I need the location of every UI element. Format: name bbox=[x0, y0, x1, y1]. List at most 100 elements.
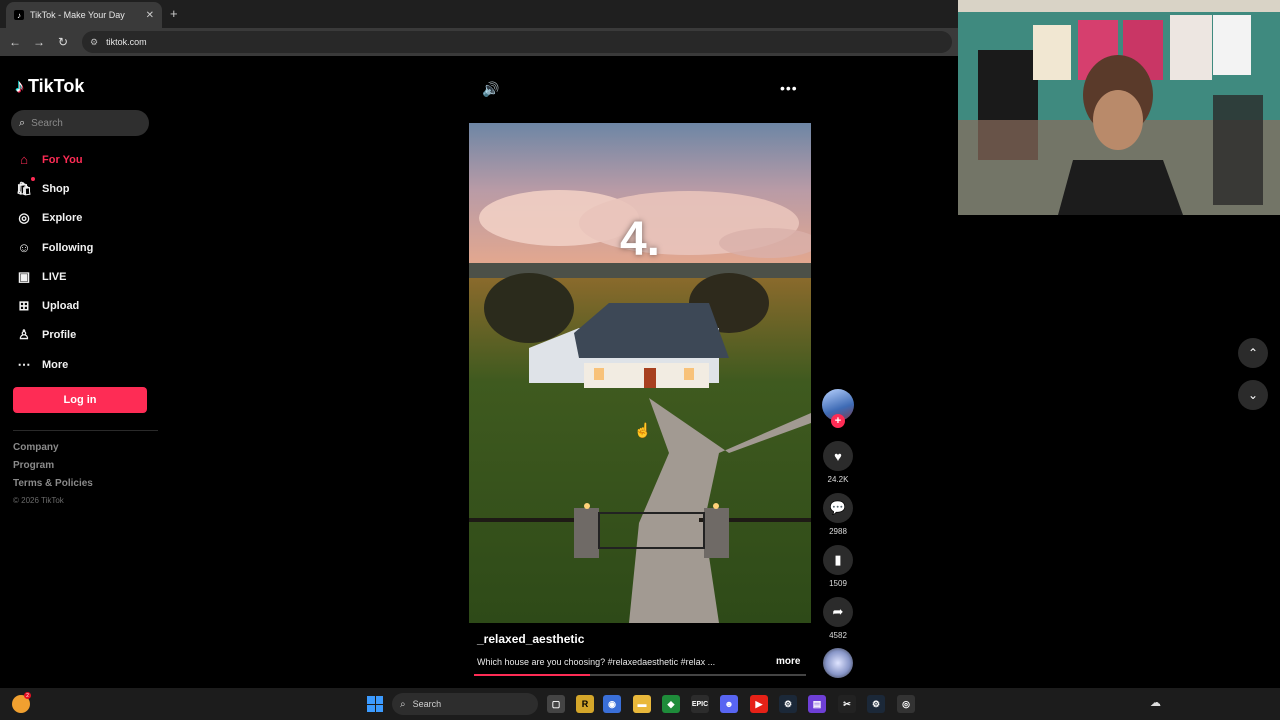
browser-toolbar: ← → ↻ ⚙ tiktok.com bbox=[0, 28, 958, 56]
address-bar[interactable]: ⚙ tiktok.com bbox=[82, 31, 952, 53]
editor-app-icon[interactable]: ▤ bbox=[808, 695, 826, 713]
sidebar-item-live[interactable]: ▣ LIVE bbox=[15, 262, 160, 291]
sidebar-item-shop[interactable]: 🛍 Shop bbox=[15, 174, 160, 203]
capcut-icon[interactable]: ✂ bbox=[838, 695, 856, 713]
caption-more-link[interactable]: more bbox=[776, 656, 800, 667]
like-action: ♥ 24.2K bbox=[822, 441, 854, 484]
save-action: ▮ 1509 bbox=[822, 545, 854, 588]
site-info-icon[interactable]: ⚙ bbox=[90, 37, 98, 48]
tiktok-favicon-icon: ♪ bbox=[14, 10, 24, 20]
heart-icon[interactable]: ♥ bbox=[823, 441, 853, 471]
music-disc-icon[interactable] bbox=[823, 648, 853, 678]
sidebar-item-label: Profile bbox=[42, 329, 77, 342]
sidebar-item-label: Upload bbox=[42, 300, 80, 313]
save-count: 1509 bbox=[829, 579, 847, 588]
mouse-cursor-icon: ☝ bbox=[634, 422, 652, 438]
sidebar-item-label: For You bbox=[42, 153, 83, 166]
browser-tab[interactable]: ♪ TikTok - Make Your Day ✕ bbox=[6, 2, 162, 28]
sidebar-item-label: Explore bbox=[42, 212, 83, 225]
share-count: 4582 bbox=[829, 631, 847, 640]
epic-games-icon[interactable]: EPIC bbox=[691, 695, 709, 713]
search-placeholder: Search bbox=[31, 117, 63, 129]
more-dots-icon: ⋯ bbox=[17, 356, 31, 372]
obs-icon[interactable]: ◎ bbox=[897, 695, 915, 713]
windows-taskbar: 2 ⌕ Search ▢ R ◉ ▬ ◆ EPIC ☻ ▶ ⚙ ▤ ✂ ⚙ ◎ … bbox=[0, 688, 1280, 720]
sidebar-item-for-you[interactable]: ⌂ For You bbox=[15, 145, 160, 174]
sidebar-item-profile[interactable]: ♙ Profile bbox=[15, 321, 160, 350]
share-arrow-icon[interactable]: ➦ bbox=[823, 597, 853, 627]
video-author[interactable]: _relaxed_aesthetic bbox=[477, 632, 584, 646]
taskbar-search-input[interactable]: ⌕ Search bbox=[392, 693, 538, 715]
profile-user-icon: ♙ bbox=[18, 327, 30, 343]
tiktok-note-icon: ♪ bbox=[15, 76, 24, 96]
sidebar-divider bbox=[13, 430, 158, 431]
logo-text: TikTok bbox=[28, 76, 85, 96]
task-view-icon[interactable]: ▢ bbox=[547, 695, 565, 713]
compass-icon: ◎ bbox=[18, 210, 30, 226]
sidebar-item-following[interactable]: ☺ Following bbox=[15, 233, 160, 262]
comment-count: 2988 bbox=[829, 527, 847, 536]
file-explorer-icon[interactable]: ▬ bbox=[633, 695, 651, 713]
more-options-icon[interactable]: ••• bbox=[780, 80, 798, 96]
tab-title: TikTok - Make Your Day bbox=[30, 10, 125, 20]
live-tv-icon: ▣ bbox=[17, 268, 31, 284]
forward-arrow-icon[interactable]: → bbox=[27, 35, 51, 49]
login-button[interactable]: Log in bbox=[13, 387, 147, 413]
steam-icon[interactable]: ⚙ bbox=[779, 695, 797, 713]
browser-tab-bar: ♪ TikTok - Make Your Day ✕ + bbox=[0, 0, 958, 28]
tab-close-icon[interactable]: ✕ bbox=[146, 10, 154, 21]
video-progress-bar[interactable] bbox=[474, 674, 806, 676]
store-app-icon[interactable]: R bbox=[576, 695, 594, 713]
new-tab-icon[interactable]: + bbox=[170, 6, 178, 21]
sidebar-nav: ⌂ For You 🛍 Shop ◎ Explore ☺ Following ▣ LIVE ⊞ Upl… bbox=[15, 145, 160, 379]
progress-fill bbox=[474, 674, 591, 676]
footer-link-program[interactable]: Program bbox=[13, 459, 93, 477]
notification-badge: 2 bbox=[24, 692, 31, 699]
like-count: 24.2K bbox=[827, 475, 849, 484]
sidebar-footer: Company Program Terms & Policies © 2026 … bbox=[13, 441, 93, 505]
follow-plus-icon[interactable]: + bbox=[831, 414, 845, 428]
xbox-icon[interactable]: ◆ bbox=[662, 695, 680, 713]
taskbar-search-placeholder: Search bbox=[412, 699, 442, 709]
discord-icon[interactable]: ☻ bbox=[720, 695, 738, 713]
search-icon: ⌕ bbox=[19, 116, 26, 129]
chevron-down-icon[interactable]: ⌄ bbox=[1238, 380, 1268, 410]
search-input[interactable]: ⌕ Search bbox=[11, 110, 149, 136]
sidebar-item-label: More bbox=[42, 358, 69, 371]
taskbar-search-icon: ⌕ bbox=[400, 698, 406, 710]
footer-link-terms[interactable]: Terms & Policies bbox=[13, 477, 93, 495]
shop-notification-dot bbox=[31, 177, 35, 181]
reload-icon[interactable]: ↻ bbox=[51, 35, 75, 49]
upload-plus-icon: ⊞ bbox=[18, 298, 30, 314]
webcam-overlay bbox=[958, 0, 1280, 215]
sidebar-item-explore[interactable]: ◎ Explore bbox=[15, 204, 160, 233]
steam-alt-icon[interactable]: ⚙ bbox=[867, 695, 885, 713]
footer-link-company[interactable]: Company bbox=[13, 441, 93, 459]
bookmark-icon[interactable]: ▮ bbox=[823, 545, 853, 575]
copyright-text: © 2026 TikTok bbox=[13, 496, 64, 505]
chevron-up-icon[interactable]: ⌃ bbox=[1238, 338, 1268, 368]
video-caption: Which house are you choosing? #relaxedae… bbox=[477, 657, 716, 667]
volume-icon[interactable]: 🔊 bbox=[482, 81, 499, 98]
comment-icon[interactable]: 💬 bbox=[823, 493, 853, 523]
sidebar-item-label: LIVE bbox=[42, 270, 67, 283]
chrome-icon[interactable]: ◉ bbox=[603, 695, 621, 713]
tiktok-logo[interactable]: ♪ TikTok bbox=[15, 76, 84, 97]
sidebar-item-label: Shop bbox=[42, 182, 70, 195]
video-player[interactable]: 4. bbox=[469, 123, 811, 623]
share-action: ➦ 4582 bbox=[822, 597, 854, 640]
back-arrow-icon[interactable]: ← bbox=[3, 35, 27, 49]
webcam-frame bbox=[958, 0, 1280, 215]
sidebar-item-label: Following bbox=[42, 241, 94, 254]
comment-action: 💬 2988 bbox=[822, 493, 854, 536]
sidebar-item-upload[interactable]: ⊞ Upload bbox=[15, 291, 160, 320]
home-icon: ⌂ bbox=[20, 152, 28, 168]
sidebar-item-more[interactable]: ⋯ More bbox=[15, 350, 160, 379]
youtube-icon[interactable]: ▶ bbox=[750, 695, 768, 713]
video-overlay-text: 4. bbox=[619, 213, 661, 266]
cloud-icon[interactable]: ☁ bbox=[1150, 696, 1161, 709]
windows-start-icon[interactable] bbox=[367, 696, 383, 712]
video-frame bbox=[469, 123, 811, 623]
url-text: tiktok.com bbox=[106, 37, 147, 47]
following-user-icon: ☺ bbox=[17, 240, 31, 256]
